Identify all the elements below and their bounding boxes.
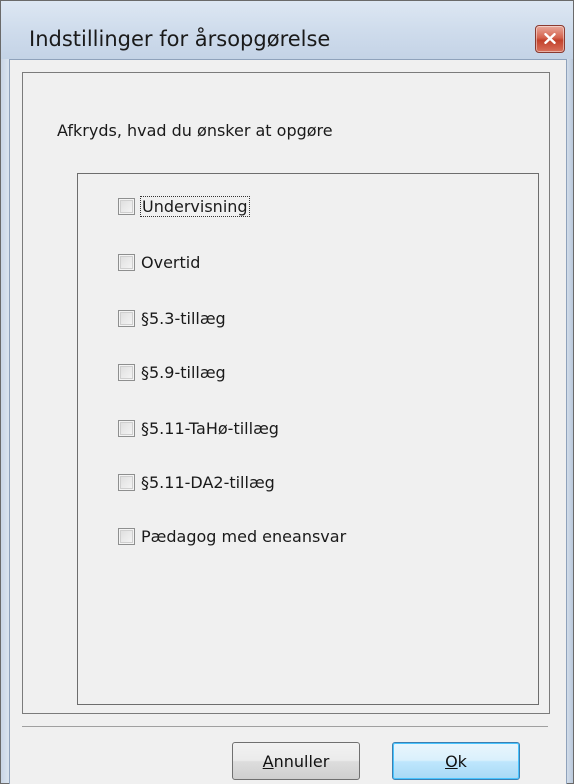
title-bar[interactable]: Indstillinger for årsopgørelse	[1, 1, 573, 59]
option-paedagog-eneansvar[interactable]: Pædagog med eneansvar	[118, 524, 346, 548]
cancel-label-rest: nnuller	[273, 751, 330, 771]
option-overtid[interactable]: Overtid	[118, 250, 200, 274]
dialog-client-area: Afkryds, hvad du ønsker at opgøre Underv…	[9, 59, 567, 784]
close-button[interactable]	[535, 25, 565, 53]
option-5-11-da2-tillaeg[interactable]: §5.11-DA2-tillæg	[118, 470, 275, 494]
dialog-window: Indstillinger for årsopgørelse Afkryds, …	[0, 0, 574, 784]
checkbox[interactable]	[118, 197, 135, 215]
ok-mnemonic: O	[445, 751, 458, 771]
option-5-11-taho-tillaeg[interactable]: §5.11-TaHø-tillæg	[118, 416, 279, 440]
cancel-button[interactable]: Annuller	[232, 742, 360, 780]
instruction-text: Afkryds, hvad du ønsker at opgøre	[57, 121, 333, 140]
option-label: Pædagog med eneansvar	[141, 526, 347, 546]
checkbox[interactable]	[118, 473, 135, 491]
checkbox[interactable]	[118, 363, 135, 381]
option-label: Undervisning	[140, 195, 250, 217]
option-undervisning[interactable]: Undervisning	[118, 194, 250, 218]
option-label: §5.3-tillæg	[141, 308, 226, 328]
close-x-icon	[544, 33, 556, 44]
content-panel: Afkryds, hvad du ønsker at opgøre Underv…	[22, 72, 550, 714]
button-area-divider	[22, 726, 548, 727]
ok-button[interactable]: Ok	[392, 742, 520, 780]
window-frame-left	[1, 59, 9, 783]
option-label: §5.11-DA2-tillæg	[141, 472, 275, 492]
checkbox[interactable]	[118, 309, 135, 327]
option-label: Overtid	[141, 252, 201, 272]
checkbox[interactable]	[118, 253, 135, 271]
window-title: Indstillinger for årsopgørelse	[29, 27, 331, 51]
options-groupbox: Undervisning Overtid §5.3-tillæg §5.9-ti…	[77, 173, 539, 705]
ok-label-rest: k	[457, 751, 467, 771]
cancel-mnemonic: A	[262, 751, 274, 771]
option-5-9-tillaeg[interactable]: §5.9-tillæg	[118, 360, 226, 384]
option-5-3-tillaeg[interactable]: §5.3-tillæg	[118, 306, 226, 330]
checkbox[interactable]	[118, 419, 135, 437]
checkbox[interactable]	[118, 527, 135, 545]
option-label: §5.9-tillæg	[141, 362, 226, 382]
option-label: §5.11-TaHø-tillæg	[141, 418, 279, 438]
